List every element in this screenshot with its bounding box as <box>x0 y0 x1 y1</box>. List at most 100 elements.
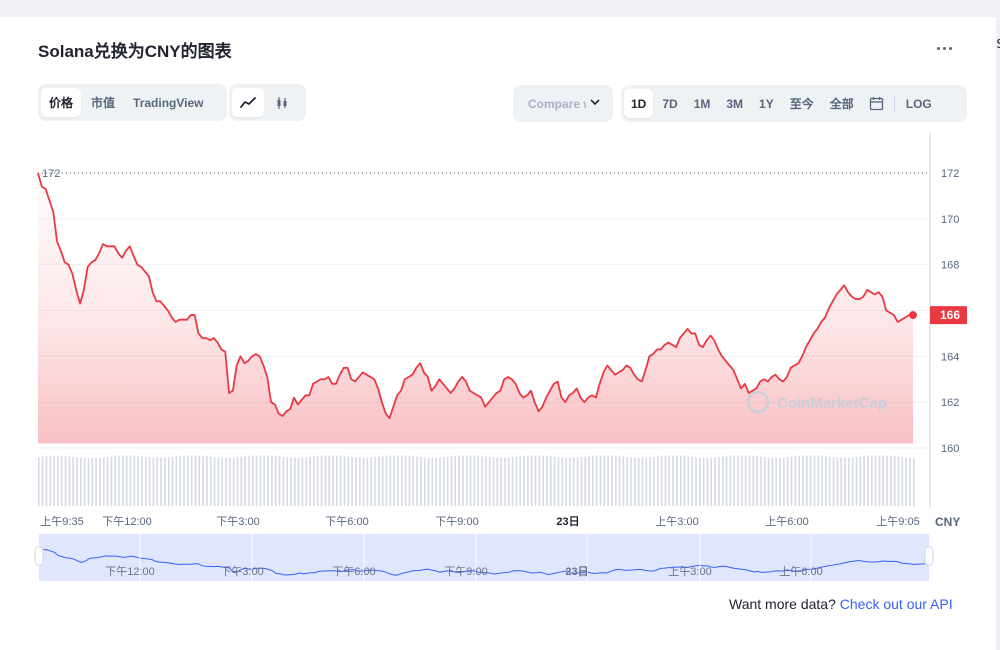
volume-bar <box>779 457 781 506</box>
volume-bar <box>553 456 556 506</box>
volume-bar <box>251 455 254 506</box>
volume-bar <box>683 455 686 506</box>
volume-bar <box>397 455 399 506</box>
y-tick-label: 172 <box>941 168 959 180</box>
volume-bar <box>53 455 55 506</box>
volume-bar <box>141 456 143 506</box>
volume-bar <box>878 455 881 506</box>
volume-bar <box>592 455 594 506</box>
volume-bar <box>913 457 915 506</box>
volume-bar <box>160 457 162 506</box>
volume-bar <box>240 456 243 506</box>
volume-bar <box>874 455 877 506</box>
volume-bar <box>802 455 804 506</box>
volume-bar <box>901 457 904 506</box>
navigator-tick-label: 上午3:00 <box>668 565 711 578</box>
volume-bar <box>80 457 82 506</box>
api-link[interactable]: Check out our API <box>840 596 953 612</box>
volume-bar <box>897 456 900 506</box>
volume-bar <box>297 457 300 506</box>
volume-bar <box>534 455 537 506</box>
volume-bar <box>404 455 407 506</box>
x-tick-label: 上午3:00 <box>655 515 698 528</box>
volume-bar <box>737 455 739 506</box>
volume-bar <box>274 456 277 506</box>
price-chart[interactable]: 160162164166168170172172166CoinMarketCap… <box>0 0 1000 650</box>
volume-bar <box>152 457 155 506</box>
volume-bar <box>523 455 525 506</box>
navigator-handle-left[interactable] <box>34 546 44 566</box>
navigator-handle-right[interactable] <box>924 546 934 566</box>
volume-bar <box>244 456 246 506</box>
volume-bar <box>190 455 193 506</box>
volume-bar <box>496 457 499 506</box>
volume-bar <box>660 455 663 506</box>
volume-bar <box>465 455 468 506</box>
volume-bar <box>362 457 365 506</box>
volume-bar <box>110 456 113 506</box>
volume-bar <box>760 456 762 506</box>
volume-bar <box>393 455 395 506</box>
volume-bar <box>339 455 342 506</box>
navigator-tick-label: 下午12:00 <box>105 565 155 578</box>
volume-bar <box>771 457 774 506</box>
volume-bar <box>263 455 266 506</box>
volume-bar <box>286 457 288 506</box>
volume-bar <box>798 455 800 506</box>
current-price-dot[interactable] <box>909 311 917 320</box>
volume-bar <box>198 455 201 506</box>
x-tick-label: 下午12:00 <box>102 515 152 528</box>
volume-bar <box>458 455 460 506</box>
volume-bar <box>641 457 644 506</box>
volume-bar <box>282 456 285 506</box>
volume-bar <box>622 456 625 506</box>
volume-bar <box>542 455 544 506</box>
currency-label: CNY <box>935 515 960 529</box>
navigator-tick-label: 23日 <box>565 565 588 578</box>
volume-bar <box>102 457 105 506</box>
volume-bar <box>710 457 713 506</box>
volume-bar <box>546 455 548 506</box>
x-tick-label: 下午6:00 <box>325 515 368 528</box>
volume-bar <box>68 456 71 506</box>
volume-bar <box>374 457 376 506</box>
volume-bar <box>171 456 174 506</box>
volume-bar <box>668 455 671 506</box>
volume-bar <box>343 456 346 506</box>
volume-bar <box>309 456 311 506</box>
footer-text: Want more data? <box>729 596 836 612</box>
volume-bar <box>91 458 94 506</box>
volume-bar <box>347 456 350 506</box>
volume-bar <box>603 455 606 506</box>
volume-bar <box>527 455 529 506</box>
volume-bar <box>817 455 820 506</box>
volume-bar <box>515 456 518 506</box>
volume-bar <box>267 455 269 506</box>
volume-bar <box>378 456 380 506</box>
volume-bar <box>179 456 181 506</box>
volume-bar <box>271 455 273 506</box>
volume-bar <box>702 457 705 506</box>
volume-bar <box>511 457 514 506</box>
volume-bar <box>38 457 40 506</box>
volume-bar <box>351 456 353 506</box>
volume-bar <box>886 455 888 506</box>
volume-bar <box>851 457 854 506</box>
volume-bar <box>664 455 667 506</box>
volume-bar <box>217 457 220 506</box>
volume-bar <box>867 455 869 506</box>
volume-bar <box>45 456 48 506</box>
volume-bar <box>259 455 262 506</box>
volume-bar <box>148 457 151 506</box>
x-tick-label: 上午9:35 <box>40 515 83 528</box>
volume-bar <box>488 457 491 506</box>
y-tick-label: 164 <box>941 351 959 363</box>
volume-bar <box>408 455 411 506</box>
volume-bar <box>294 457 296 506</box>
volume-bar <box>278 456 281 506</box>
volume-bar <box>500 457 502 506</box>
volume-bar <box>699 457 701 506</box>
volume-bar <box>806 455 808 506</box>
x-tick-label: 上午9:05 <box>876 515 919 528</box>
volume-bar <box>423 457 426 506</box>
